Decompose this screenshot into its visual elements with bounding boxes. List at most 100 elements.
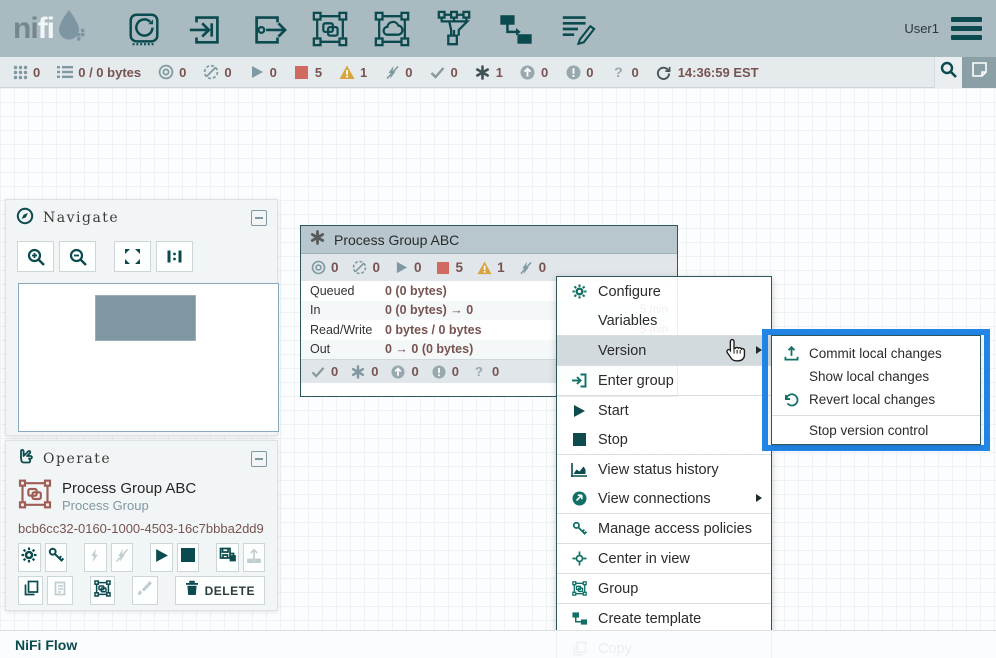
menu-item-start[interactable]: Start	[557, 396, 771, 425]
collapse-navigate-button[interactable]	[251, 210, 267, 226]
operate-buttons-row-2: DELETE	[6, 576, 277, 605]
stat-invalid: 1	[339, 64, 367, 80]
group-button[interactable]	[90, 576, 115, 605]
template-icon[interactable]	[496, 9, 536, 49]
copy-icon	[23, 580, 39, 601]
paste-button[interactable]	[47, 576, 72, 605]
save-flow-version-button[interactable]	[216, 543, 239, 572]
stop-button[interactable]	[177, 543, 200, 572]
paintbrush-icon	[137, 580, 153, 601]
global-menu-button[interactable]	[951, 17, 982, 40]
menu-item-enter-group[interactable]: Enter group	[557, 366, 771, 395]
operate-title: Operate	[43, 451, 111, 467]
menu-item-center-in-view[interactable]: Center in view	[557, 544, 771, 573]
copy-button[interactable]	[18, 576, 43, 605]
no-icon	[569, 342, 589, 359]
running-icon	[393, 260, 409, 276]
zoom-actual-size-button[interactable]	[156, 241, 193, 272]
process-group-icon[interactable]	[310, 9, 350, 49]
disabled-icon	[518, 260, 534, 276]
no-icon	[782, 369, 801, 385]
stat-stale: 0	[520, 64, 548, 80]
navigate-title: Navigate	[43, 210, 119, 226]
template-icon	[569, 610, 589, 627]
not-transmitting-icon	[352, 260, 368, 276]
flow-canvas[interactable]: Process Group ABC 0 0 0 5 1 0 Queued 0 (…	[0, 88, 996, 630]
stat-refresh[interactable]: 14:36:59 EST	[656, 64, 759, 80]
change-version-button[interactable]	[243, 543, 266, 572]
stat-locally-modified-stale: 0	[565, 64, 593, 80]
submenu-item-show-local-changes[interactable]: Show local changes	[772, 365, 980, 388]
menu-item-view-connections[interactable]: View connections	[557, 484, 771, 513]
submenu-item-revert-local-changes[interactable]: Revert local changes	[772, 388, 980, 411]
menu-item-manage-access-policies[interactable]: Manage access policies	[557, 514, 771, 543]
disabled-icon	[384, 64, 400, 80]
lightning-icon	[88, 548, 102, 568]
droplet-icon	[56, 9, 86, 48]
gear-icon	[569, 283, 589, 300]
menu-item-stop[interactable]: Stop	[557, 425, 771, 454]
hand-cursor	[725, 338, 747, 368]
search-button[interactable]	[934, 57, 962, 88]
group-icon	[569, 580, 589, 597]
input-port-icon[interactable]	[186, 9, 226, 49]
collapse-operate-button[interactable]	[251, 451, 267, 467]
selected-component-info: Process Group ABC Process Group	[6, 477, 277, 514]
invalid-icon	[339, 64, 355, 80]
stale-icon	[520, 64, 536, 80]
header-right: User1	[904, 17, 982, 40]
stale-icon	[390, 364, 406, 380]
zoom-out-button[interactable]	[59, 241, 96, 272]
enable-button[interactable]	[84, 543, 107, 572]
locally-modified-icon	[310, 230, 325, 250]
change-version-icon	[246, 547, 262, 568]
label-icon[interactable]	[558, 9, 598, 49]
outline-toggle-button[interactable]	[962, 57, 996, 88]
process-group-glyph-icon	[18, 479, 52, 514]
menu-item-create-template[interactable]: Create template	[557, 604, 771, 633]
zoom-fit-button[interactable]	[114, 241, 151, 272]
stop-icon	[181, 548, 195, 567]
no-icon	[782, 423, 801, 439]
process-group-header: Process Group ABC	[301, 226, 677, 254]
operate-palette: Operate Process Group ABC Process Group …	[5, 440, 278, 611]
up-to-date-icon	[430, 64, 446, 80]
operate-buttons-row-1	[6, 543, 277, 572]
output-port-icon[interactable]	[248, 9, 288, 49]
sync-failure-icon: ?	[610, 64, 626, 80]
breadcrumb[interactable]: NiFi Flow	[15, 637, 77, 653]
flow-version-icon	[219, 547, 236, 568]
selected-component-type: Process Group	[62, 498, 196, 513]
stat-running: 0	[249, 64, 277, 80]
submenu-item-stop-version-control[interactable]: Stop version control	[772, 419, 980, 442]
hand-icon	[16, 448, 34, 471]
stat-sync-failure: ? 0	[610, 64, 638, 80]
context-menu: Configure Variables Version Enter group …	[556, 276, 772, 658]
menu-item-variables[interactable]: Variables	[557, 306, 771, 335]
funnel-icon[interactable]	[434, 9, 474, 49]
not-transmitting-icon	[203, 64, 219, 80]
remote-process-group-icon[interactable]	[372, 9, 412, 49]
menu-item-configure[interactable]: Configure	[557, 277, 771, 306]
chart-icon	[569, 461, 589, 478]
start-button[interactable]	[150, 543, 173, 572]
delete-button[interactable]: DELETE	[175, 576, 265, 605]
menu-item-group[interactable]: Group	[557, 574, 771, 603]
trash-icon	[185, 580, 199, 601]
zoom-in-button[interactable]	[17, 241, 54, 272]
disable-button[interactable]	[111, 543, 134, 572]
birdseye-minimap[interactable]	[18, 283, 279, 432]
upload-icon	[782, 346, 801, 362]
menu-item-view-status-history[interactable]: View status history	[557, 455, 771, 484]
enter-group-icon	[569, 372, 589, 389]
breadcrumb-bar: NiFi Flow	[0, 630, 996, 658]
note-icon	[971, 61, 988, 83]
configuration-button[interactable]	[18, 543, 41, 572]
color-button[interactable]	[132, 576, 157, 605]
processor-icon[interactable]	[124, 9, 164, 49]
submenu-arrow-icon	[756, 494, 762, 502]
access-policies-button[interactable]	[45, 543, 68, 572]
submenu-item-commit-local-changes[interactable]: Commit local changes	[772, 342, 980, 365]
component-toolbar	[124, 9, 598, 49]
submenu-separator	[772, 415, 980, 416]
